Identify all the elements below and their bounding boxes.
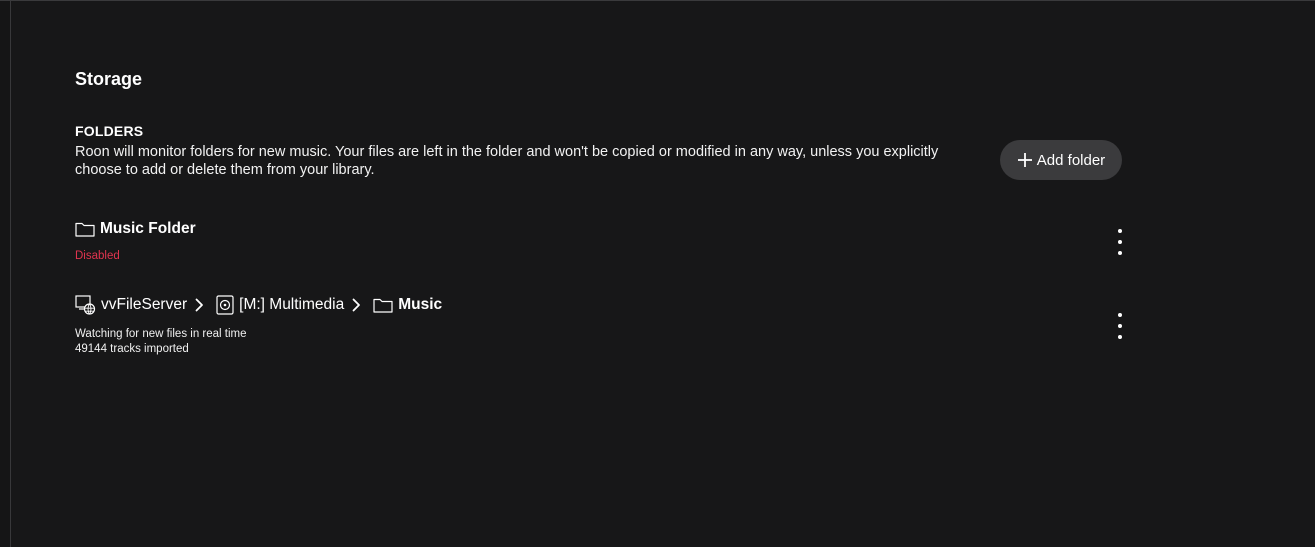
folder-status-disabled: Disabled — [75, 250, 120, 262]
plus-icon — [1017, 152, 1033, 168]
add-folder-button[interactable]: Add folder — [1000, 140, 1122, 180]
path-segment-drive[interactable]: [M:] Multimedia — [239, 296, 344, 314]
folder-name[interactable]: Music Folder — [100, 220, 196, 238]
chevron-right-icon — [352, 298, 361, 312]
folder-path: Music Folder — [75, 217, 1135, 241]
folder-row-network-music: vvFileServer [M:] Multimedia Music Watch… — [75, 293, 1135, 357]
left-rail — [0, 1, 11, 547]
storage-settings-window: Storage FOLDERS Roon will monitor folder… — [0, 0, 1315, 547]
more-vertical-icon[interactable] — [1112, 229, 1128, 255]
path-segment-folder[interactable]: Music — [398, 296, 442, 314]
add-folder-label: Add folder — [1036, 151, 1106, 169]
folders-section-description: Roon will monitor folders for new music.… — [75, 144, 939, 178]
drive-icon — [216, 295, 234, 315]
path-segment-server[interactable]: vvFileServer — [101, 296, 187, 314]
storage-content: Storage FOLDERS Roon will monitor folder… — [75, 1, 1135, 547]
folder-icon — [373, 297, 393, 313]
page-title: Storage — [75, 69, 143, 89]
network-server-icon — [75, 295, 96, 315]
folders-section-title: FOLDERS — [75, 123, 144, 139]
folder-row-music-folder: Music Folder Disabled — [75, 217, 1135, 262]
more-vertical-icon[interactable] — [1112, 313, 1128, 339]
chevron-right-icon — [195, 298, 204, 312]
tracks-imported-count: 49144 tracks imported — [75, 343, 189, 355]
folder-path: vvFileServer [M:] Multimedia Music — [75, 293, 1135, 317]
folder-meta: Watching for new files in real time 4914… — [75, 327, 1135, 357]
watch-status: Watching for new files in real time — [75, 328, 247, 340]
folder-icon — [75, 221, 95, 237]
